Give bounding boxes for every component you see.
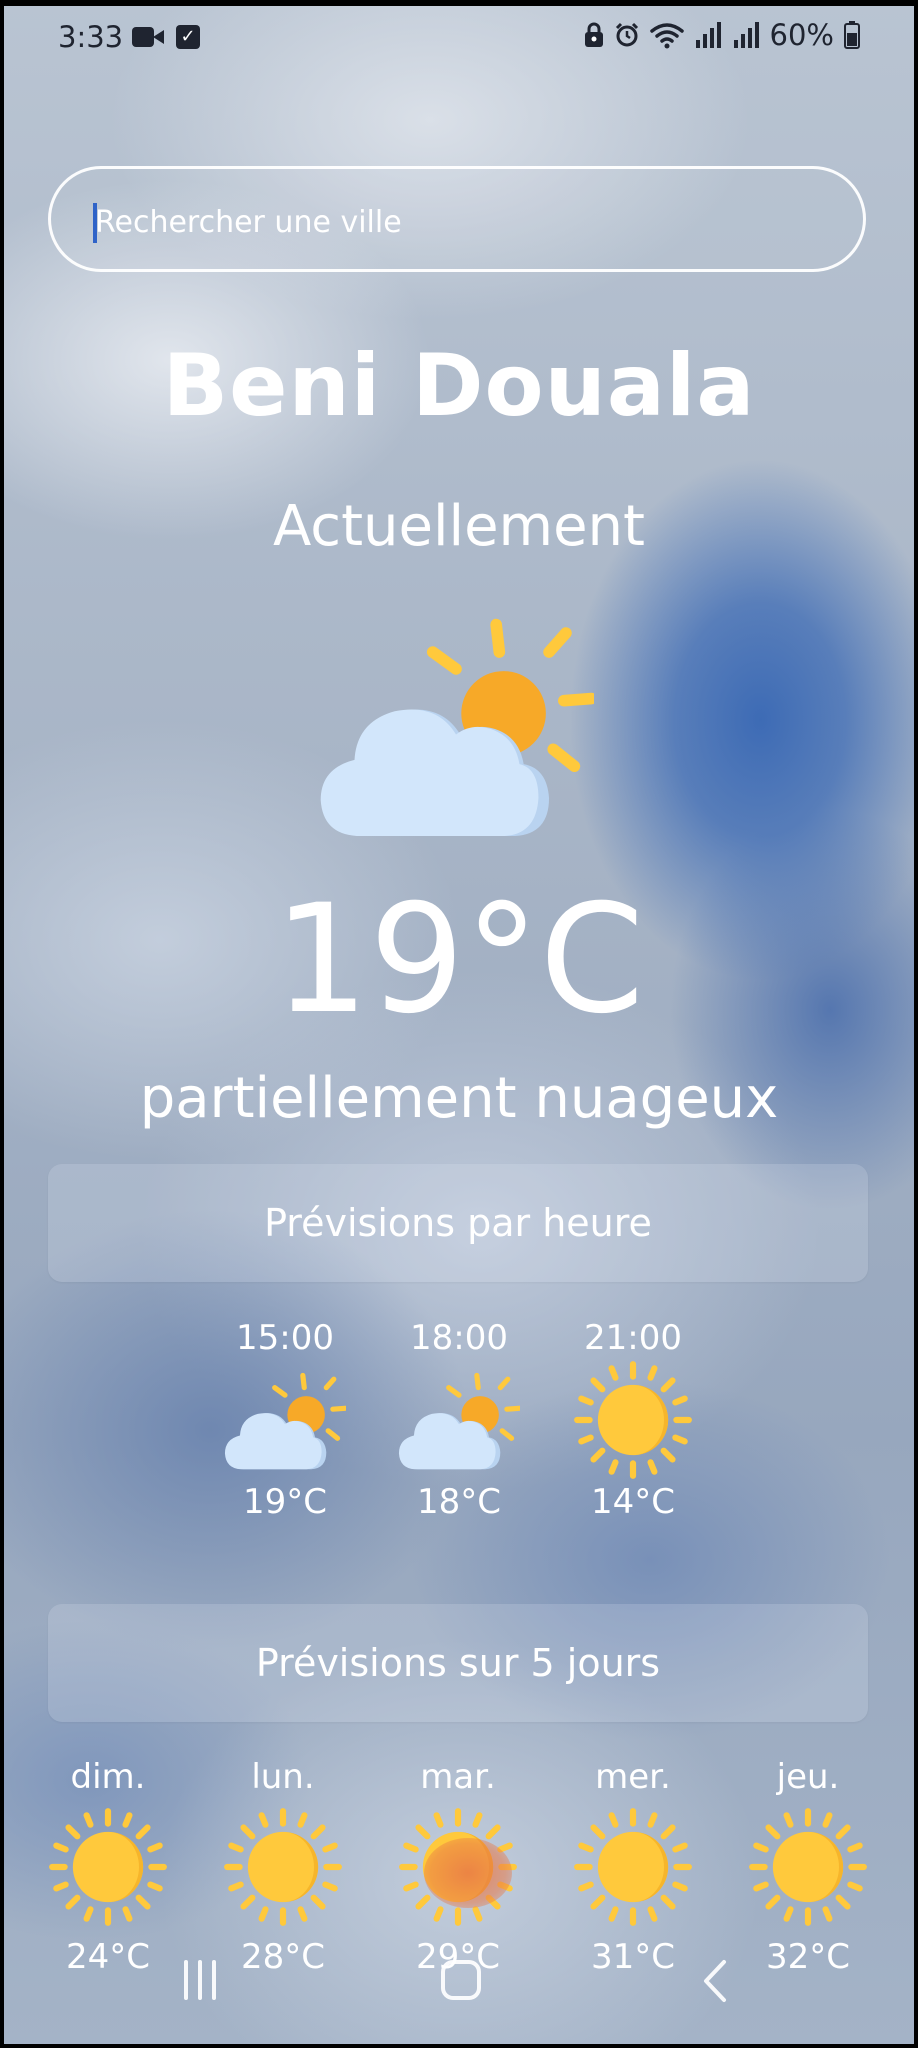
hourly-item: 15:00 19°C xyxy=(205,1316,365,1524)
current-label: Actuellement xyxy=(272,494,646,559)
status-bar: 3:33 ✓ 60% xyxy=(0,0,918,76)
day-name: jeu. xyxy=(776,1757,840,1797)
navigation-bar xyxy=(0,1944,918,2014)
weather-condition: partiellement nuageux xyxy=(139,1066,779,1131)
status-time: 3:33 xyxy=(58,20,124,54)
home-button[interactable] xyxy=(441,1960,481,2000)
alarm-icon xyxy=(615,22,638,47)
city-name: Beni Douala xyxy=(162,336,756,436)
checkbox-icon: ✓ xyxy=(176,25,200,49)
status-system-icons: 60% xyxy=(584,18,860,52)
hourly-item: 18:00 18°C xyxy=(379,1316,539,1524)
search-input[interactable] xyxy=(93,191,837,253)
hourly-forecast-header: Prévisions par heure xyxy=(48,1164,868,1282)
daily-forecast-header: Prévisions sur 5 jours xyxy=(48,1604,868,1722)
hour-time: 15:00 xyxy=(236,1318,334,1358)
day-name: mer. xyxy=(595,1757,671,1797)
hourly-forecast-title: Prévisions par heure xyxy=(264,1201,652,1245)
partly-cloudy-icon xyxy=(224,1370,346,1470)
lock-icon xyxy=(584,22,603,47)
partly-cloudy-icon xyxy=(318,614,594,836)
current-temperature: 19°C xyxy=(273,873,645,1047)
city-search-box[interactable] xyxy=(48,166,866,272)
day-name: mar. xyxy=(420,1757,496,1797)
battery-percentage: 60% xyxy=(769,18,834,52)
day-name: dim. xyxy=(70,1757,146,1797)
video-camera-icon xyxy=(132,24,166,50)
sun-icon xyxy=(46,1805,170,1929)
wifi-icon xyxy=(649,23,684,49)
sun-icon xyxy=(746,1805,870,1929)
sun-icon xyxy=(571,1805,695,1929)
hourly-item: 21:00 14°C xyxy=(553,1316,713,1524)
battery-icon xyxy=(844,21,860,49)
hour-temperature: 18°C xyxy=(416,1482,501,1522)
day-name: lun. xyxy=(251,1757,315,1797)
sun-icon xyxy=(221,1805,345,1929)
hour-time: 21:00 xyxy=(584,1318,682,1358)
sun-icon xyxy=(571,1358,695,1482)
hour-time: 18:00 xyxy=(410,1318,508,1358)
hour-temperature: 19°C xyxy=(242,1482,327,1522)
daily-forecast-title: Prévisions sur 5 jours xyxy=(255,1641,661,1685)
back-button[interactable] xyxy=(700,1958,730,2004)
partly-cloudy-icon xyxy=(398,1370,520,1470)
signal-icon xyxy=(695,22,721,48)
hour-temperature: 14°C xyxy=(590,1482,675,1522)
touch-indicator xyxy=(424,1838,512,1908)
status-notification-icons: ✓ xyxy=(132,24,200,50)
signal-icon-2 xyxy=(733,22,759,48)
recent-apps-button[interactable] xyxy=(184,1960,216,2000)
